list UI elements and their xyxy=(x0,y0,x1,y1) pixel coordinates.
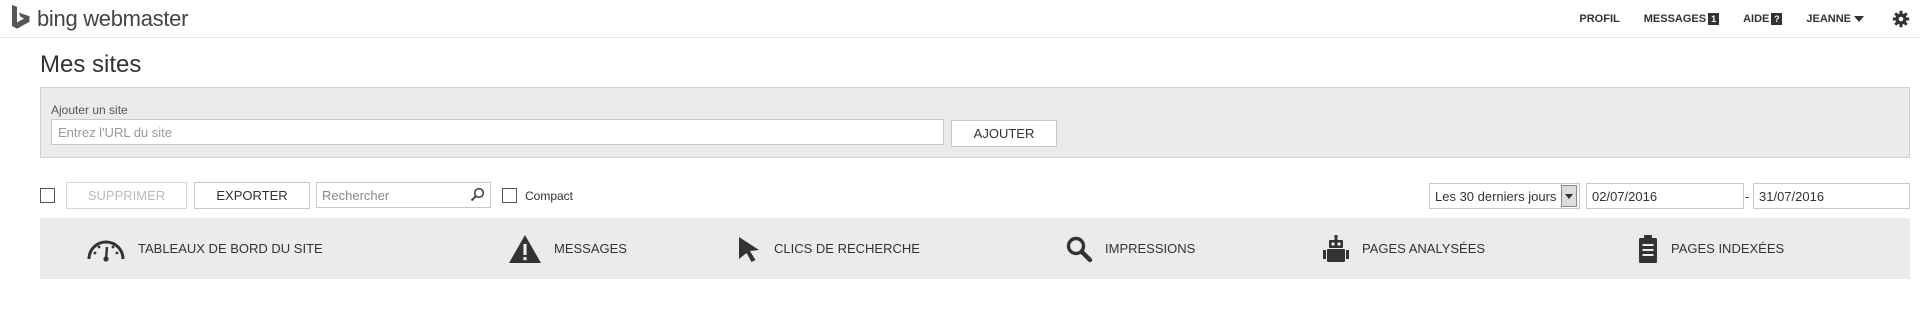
nav-user-menu[interactable]: JEANNE xyxy=(1806,13,1864,25)
compact-label: Compact xyxy=(525,189,574,203)
add-site-label: Ajouter un site xyxy=(51,103,128,117)
export-button[interactable]: EXPORTER xyxy=(194,182,310,209)
brand[interactable]: bing webmaster xyxy=(10,4,189,35)
period-select-value: Les 30 derniers jours xyxy=(1435,188,1557,204)
robot-icon xyxy=(1322,234,1350,264)
warning-icon xyxy=(508,234,542,264)
cursor-icon xyxy=(736,235,762,263)
metric-label: MESSAGES xyxy=(554,241,627,256)
site-url-input[interactable] xyxy=(51,119,944,145)
brand-name: bing webmaster xyxy=(37,6,189,31)
nav-messages-label: MESSAGES xyxy=(1643,13,1707,25)
nav-help-label: AIDE xyxy=(1743,13,1770,25)
metric-impressions[interactable]: IMPRESSIONS xyxy=(1065,218,1195,279)
bing-logo-icon xyxy=(10,4,32,35)
clipboard-icon xyxy=(1637,234,1659,264)
metric-label: IMPRESSIONS xyxy=(1105,241,1196,256)
metric-label: TABLEAUX DE BORD DU SITE xyxy=(138,241,323,256)
delete-button[interactable]: SUPPRIMER xyxy=(66,182,187,209)
metrics-bar: TABLEAUX DE BORD DU SITE MESSAGES CLICS … xyxy=(40,218,1910,279)
metric-pages-crawled[interactable]: PAGES ANALYSÉES xyxy=(1322,218,1485,279)
messages-count-badge: 1 xyxy=(1708,13,1720,25)
gear-icon[interactable] xyxy=(1892,10,1910,28)
period-select[interactable]: Les 30 derniers jours xyxy=(1429,183,1580,209)
metric-search-clicks[interactable]: CLICS DE RECHERCHE xyxy=(736,218,920,279)
date-from-input[interactable] xyxy=(1586,183,1744,209)
nav-profile[interactable]: PROFIL xyxy=(1579,13,1619,25)
metric-label: PAGES INDEXÉES xyxy=(1671,241,1785,256)
metric-site-dashboards[interactable]: TABLEAUX DE BORD DU SITE xyxy=(86,218,323,279)
metric-pages-indexed[interactable]: PAGES INDEXÉES xyxy=(1637,218,1784,279)
metric-label: PAGES ANALYSÉES xyxy=(1362,241,1486,256)
select-all-checkbox[interactable] xyxy=(40,188,55,203)
add-site-panel: Ajouter un site AJOUTER xyxy=(40,87,1910,158)
top-nav: PROFIL MESSAGES 1 AIDE ? JEANNE xyxy=(1579,0,1920,38)
compact-checkbox[interactable] xyxy=(502,188,517,203)
nav-user-label: JEANNE xyxy=(1806,13,1851,25)
top-bar: bing webmaster PROFIL MESSAGES 1 AIDE ? … xyxy=(0,0,1920,38)
chevron-down-icon xyxy=(1854,16,1864,22)
date-to-input[interactable] xyxy=(1753,183,1910,209)
search-icon xyxy=(1065,235,1093,263)
dashboard-gauge-icon xyxy=(86,235,126,263)
search-icon[interactable] xyxy=(470,187,485,202)
help-badge: ? xyxy=(1771,13,1783,25)
add-site-button[interactable]: AJOUTER xyxy=(951,120,1057,147)
date-separator: - xyxy=(1745,189,1750,204)
chevron-down-icon xyxy=(1561,185,1577,207)
search-input[interactable] xyxy=(316,182,491,208)
nav-messages[interactable]: MESSAGES 1 xyxy=(1643,13,1720,25)
metric-label: CLICS DE RECHERCHE xyxy=(774,241,920,256)
page-title: Mes sites xyxy=(40,51,142,78)
sites-toolbar: SUPPRIMER EXPORTER Compact Les 30 dernie… xyxy=(0,180,1920,212)
nav-help[interactable]: AIDE ? xyxy=(1743,13,1783,25)
metric-messages[interactable]: MESSAGES xyxy=(508,218,627,279)
